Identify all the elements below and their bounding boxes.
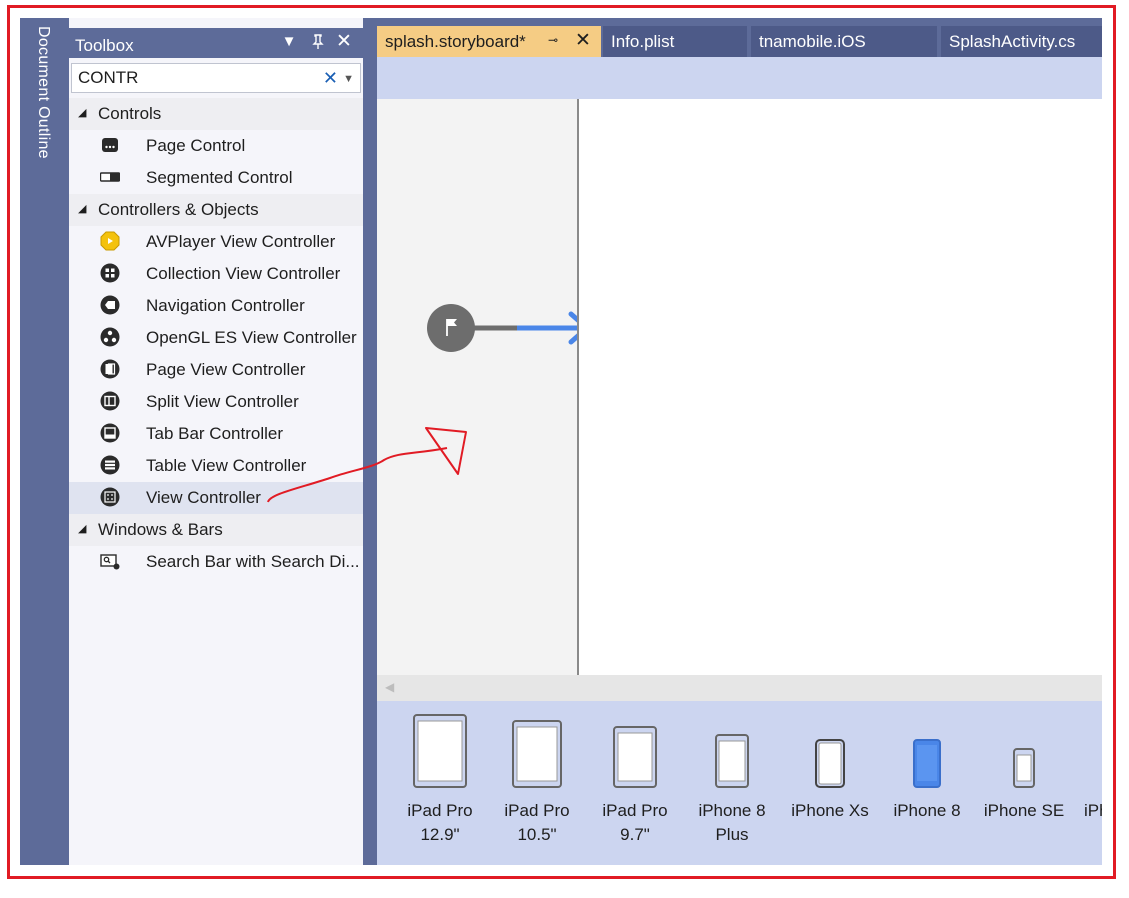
avplayer-icon: [100, 231, 120, 251]
page-view-icon: [100, 359, 120, 379]
phone-icon: [913, 739, 941, 788]
device-label: iPhone Xs: [791, 801, 869, 820]
view-controller-scene[interactable]: [579, 99, 1102, 675]
segmented-control-icon: [100, 172, 120, 182]
tab-splash-storyboard[interactable]: splash.storyboard* ⊸ ✕: [377, 26, 601, 57]
tablet-icon: [512, 720, 562, 788]
toolbox-item-label: View Controller: [146, 488, 261, 507]
toolbox-panel: Toolbox ▼ ✕ ✕ ▼ ◢ Controls Page Control: [69, 18, 363, 865]
horizontal-scrollbar[interactable]: ◀: [377, 675, 1102, 701]
device-ipad-pro-12-9[interactable]: iPad Pro 12.9": [390, 701, 490, 865]
tab-info-plist[interactable]: Info.plist: [603, 26, 747, 57]
device-iphone-partial[interactable]: iPh: [1077, 701, 1102, 865]
toolbox-item-opengl-es-view-controller[interactable]: OpenGL ES View Controller: [69, 322, 363, 354]
toolbox-list: ◢ Controls Page Control Segmented Contro…: [69, 98, 363, 578]
view-controller-icon: [100, 487, 120, 507]
device-label: iPh: [1084, 801, 1102, 820]
category-label: Windows & Bars: [98, 520, 223, 539]
category-windows-bars[interactable]: ◢ Windows & Bars: [69, 514, 363, 546]
device-iphone-8[interactable]: iPhone 8: [877, 701, 977, 865]
toolbox-item-label: Table View Controller: [146, 456, 307, 475]
collapse-triangle-icon[interactable]: ◢: [78, 106, 86, 119]
toolbox-item-label: Page View Controller: [146, 360, 306, 379]
device-label: iPhone 8 Plus: [698, 801, 766, 844]
toolbox-item-segmented-control[interactable]: Segmented Control: [69, 162, 363, 194]
close-tab-icon[interactable]: ✕: [575, 29, 591, 52]
tab-label: tnamobile.iOS: [759, 32, 866, 51]
tab-label: splash.storyboard*: [385, 32, 526, 51]
category-controllers-objects[interactable]: ◢ Controllers & Objects: [69, 194, 363, 226]
toolbox-item-view-controller[interactable]: View Controller: [69, 482, 363, 514]
device-label: iPhone SE: [983, 801, 1065, 820]
toolbox-item-label: Page Control: [146, 136, 246, 155]
device-ipad-pro-10-5[interactable]: iPad Pro 10.5": [487, 701, 587, 865]
collapse-triangle-icon[interactable]: ◢: [78, 522, 86, 535]
document-outline-label: Document Outline: [35, 26, 52, 159]
category-controls[interactable]: ◢ Controls: [69, 98, 363, 130]
phone-icon: [815, 739, 845, 788]
pin-tab-icon[interactable]: ⊸: [548, 33, 558, 47]
document-outline-tab[interactable]: Document Outline: [20, 18, 69, 865]
device-iphone-xs[interactable]: iPhone Xs: [780, 701, 880, 865]
toolbox-item-page-view-controller[interactable]: Page View Controller: [69, 354, 363, 386]
toolbox-item-label: AVPlayer View Controller: [146, 232, 336, 251]
tab-bar-icon: [100, 423, 120, 443]
device-picker: iPad Pro 12.9" iPad Pro 10.5" iPad Pro 9.7"…: [377, 701, 1102, 865]
toolbox-header: Toolbox ▼ ✕: [69, 28, 363, 58]
phone-icon: [715, 734, 749, 788]
toolbox-item-split-view-controller[interactable]: Split View Controller: [69, 386, 363, 418]
opengl-icon: [100, 327, 120, 347]
toolbox-item-collection-view-controller[interactable]: Collection View Controller: [69, 258, 363, 290]
category-label: Controls: [98, 104, 162, 123]
toolbox-item-table-view-controller[interactable]: Table View Controller: [69, 450, 363, 482]
search-bar-icon: [100, 554, 120, 570]
device-label: iPad Pro 10.5": [504, 801, 570, 844]
toolbox-item-page-control[interactable]: Page Control: [69, 130, 363, 162]
toolbox-item-search-bar[interactable]: Search Bar with Search Di...: [69, 546, 363, 578]
designer-toolbar: [377, 57, 1102, 99]
toolbox-search-input[interactable]: [78, 67, 308, 89]
page-control-icon: [102, 138, 118, 152]
document-tab-strip: splash.storyboard* ⊸ ✕ Info.plist tnamob…: [377, 26, 1102, 57]
toolbox-item-label: OpenGL ES View Controller: [146, 328, 357, 347]
toolbox-item-label: Navigation Controller: [146, 296, 305, 315]
clear-search-icon[interactable]: ✕: [323, 67, 338, 89]
tablet-icon: [413, 714, 467, 788]
pin-icon[interactable]: [308, 32, 328, 52]
split-view-icon: [100, 391, 120, 411]
tab-splash-activity[interactable]: SplashActivity.cs: [941, 26, 1102, 57]
search-options-chevron-icon[interactable]: ▼: [343, 68, 354, 90]
navigation-controller-icon: [100, 295, 120, 315]
collection-view-icon: [100, 263, 120, 283]
toolbox-item-label: Search Bar with Search Di...: [146, 552, 360, 571]
ide-window: Document Outline Toolbox ▼ ✕ ✕ ▼ ◢ Contr…: [20, 18, 1102, 865]
toolbox-item-navigation-controller[interactable]: Navigation Controller: [69, 290, 363, 322]
device-label: iPhone 8: [893, 801, 961, 820]
device-label: iPad Pro 9.7": [602, 801, 668, 844]
dropdown-arrow-icon[interactable]: ▼: [279, 32, 299, 52]
toolbox-item-label: Segmented Control: [146, 168, 293, 187]
scroll-left-icon[interactable]: ◀: [385, 680, 394, 694]
storyboard-canvas[interactable]: [377, 99, 1102, 675]
tablet-icon: [613, 726, 657, 788]
device-label: iPad Pro 12.9": [407, 801, 473, 844]
toolbox-title: Toolbox: [75, 36, 134, 55]
toolbox-item-avplayer-view-controller[interactable]: AVPlayer View Controller: [69, 226, 363, 258]
tab-label: SplashActivity.cs: [949, 32, 1076, 51]
tab-tnamobile-ios[interactable]: tnamobile.iOS: [751, 26, 937, 57]
close-icon[interactable]: ✕: [334, 32, 354, 52]
device-ipad-pro-9-7[interactable]: iPad Pro 9.7": [585, 701, 685, 865]
phone-icon: [1013, 748, 1035, 788]
category-label: Controllers & Objects: [98, 200, 259, 219]
toolbox-item-tab-bar-controller[interactable]: Tab Bar Controller: [69, 418, 363, 450]
collapse-triangle-icon[interactable]: ◢: [78, 202, 86, 215]
toolbox-item-label: Split View Controller: [146, 392, 299, 411]
table-view-icon: [100, 455, 120, 475]
toolbox-search-box: ✕ ▼: [71, 63, 361, 93]
toolbox-item-label: Tab Bar Controller: [146, 424, 284, 443]
device-iphone-8-plus[interactable]: iPhone 8 Plus: [682, 701, 782, 865]
toolbox-item-label: Collection View Controller: [146, 264, 341, 283]
tab-label: Info.plist: [611, 32, 675, 51]
device-iphone-se[interactable]: iPhone SE: [974, 701, 1074, 865]
